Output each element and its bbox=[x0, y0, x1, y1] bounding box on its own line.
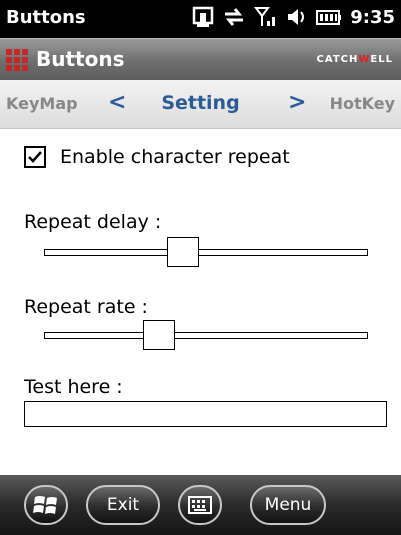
soft-key-bar: Exit Menu bbox=[0, 475, 401, 535]
exit-button[interactable]: Exit bbox=[86, 485, 160, 525]
test-label: Test here : bbox=[24, 376, 123, 398]
app-title-bar: Buttons CATCHWELL bbox=[0, 38, 401, 80]
menu-button[interactable]: Menu bbox=[250, 485, 326, 525]
repeat-delay-thumb[interactable] bbox=[166, 237, 199, 267]
repeat-rate-track[interactable] bbox=[44, 332, 368, 339]
keyboard-icon bbox=[188, 496, 212, 514]
battery-icon bbox=[316, 6, 342, 32]
status-time: 9:35 bbox=[350, 7, 395, 28]
enable-repeat-row[interactable]: Enable character repeat bbox=[24, 146, 290, 168]
checkmark-icon bbox=[28, 151, 42, 163]
status-icons bbox=[192, 5, 342, 33]
keyboard-button[interactable] bbox=[178, 485, 222, 525]
windows-flag-icon bbox=[33, 496, 57, 514]
app-title: Buttons bbox=[36, 47, 125, 71]
repeat-rate-thumb[interactable] bbox=[143, 320, 176, 350]
app-grid-icon bbox=[6, 49, 28, 71]
status-title: Buttons bbox=[6, 7, 86, 28]
status-bar: Buttons 9:35 bbox=[0, 0, 401, 38]
settings-panel: Enable character repeat Repeat delay : R… bbox=[0, 129, 401, 475]
next-tab-arrow-icon[interactable]: > bbox=[288, 90, 306, 115]
test-input[interactable] bbox=[24, 401, 387, 427]
volume-icon bbox=[286, 6, 308, 32]
enable-repeat-checkbox[interactable] bbox=[24, 146, 46, 168]
repeat-rate-label: Repeat rate : bbox=[24, 296, 148, 318]
repeat-delay-label: Repeat delay : bbox=[24, 211, 162, 233]
tab-navigator: KeyMap < Setting > HotKey bbox=[0, 80, 401, 129]
tab-hotkey[interactable]: HotKey bbox=[330, 94, 395, 113]
brand-logo: CATCHWELL bbox=[316, 54, 393, 65]
signal-icon bbox=[254, 6, 278, 32]
enable-repeat-label: Enable character repeat bbox=[60, 146, 290, 168]
device-icon bbox=[192, 6, 214, 32]
repeat-delay-track[interactable] bbox=[44, 249, 368, 256]
start-button[interactable] bbox=[24, 485, 68, 525]
sync-arrows-icon bbox=[222, 6, 246, 32]
